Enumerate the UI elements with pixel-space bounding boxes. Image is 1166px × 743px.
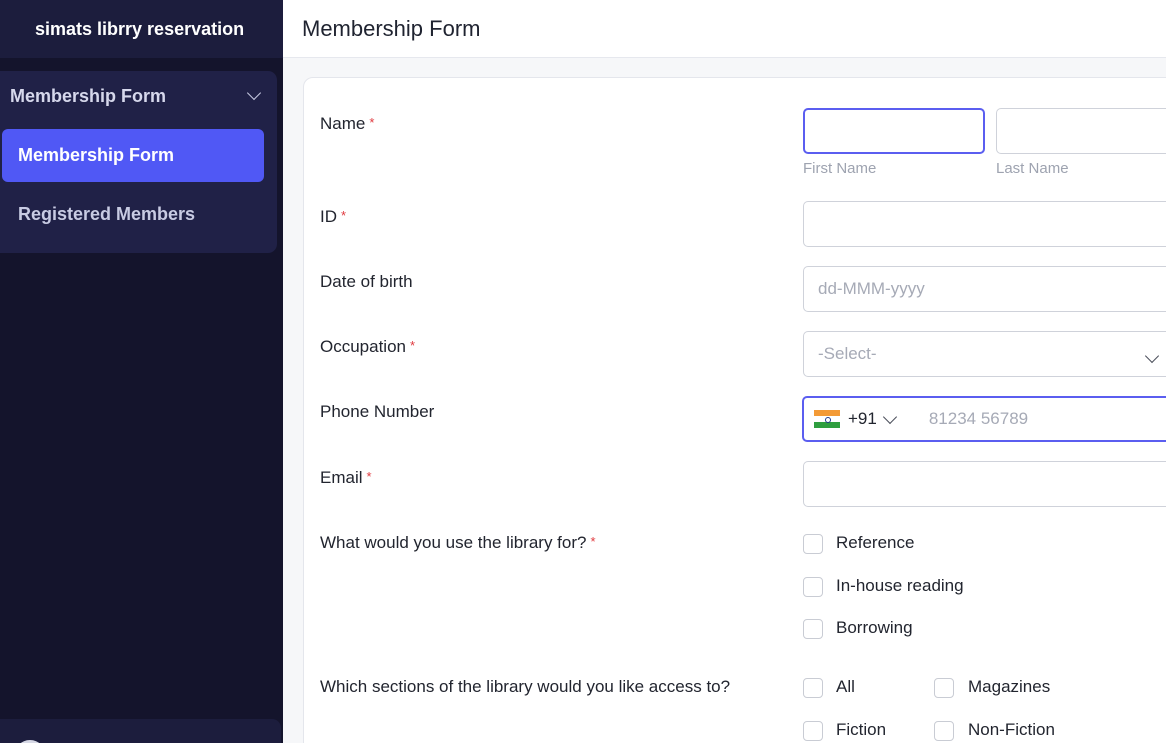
- country-code-selector[interactable]: +91: [814, 407, 897, 429]
- chevron-down-icon: [246, 85, 262, 103]
- sections-option-label: Magazines: [968, 677, 1051, 696]
- usage-checkbox-borrowing[interactable]: [803, 619, 823, 639]
- chevron-down-icon: [882, 407, 897, 427]
- phone-number-input[interactable]: 81234 56789: [929, 409, 1028, 429]
- id-input[interactable]: [803, 201, 1166, 247]
- usage-checkbox-reference[interactable]: [803, 534, 823, 554]
- last-name-input[interactable]: [996, 108, 1166, 154]
- first-name-sublabel: First Name: [803, 160, 877, 177]
- sidebar-footer: [0, 719, 281, 743]
- app-brand: simats librry reservation: [0, 0, 283, 58]
- occupation-selected-value: -Select-: [818, 344, 877, 363]
- phone-placeholder: 81234 56789: [928, 409, 1029, 428]
- sidebar-item-label: Registered Members: [18, 204, 196, 224]
- usage-option-label: Reference: [836, 533, 915, 552]
- sidebar-group-membership-form[interactable]: Membership Form: [0, 71, 277, 121]
- app-name: simats librry reservation: [35, 18, 245, 39]
- occupation-label-text: Occupation: [320, 337, 406, 356]
- sections-checkbox-magazines[interactable]: [934, 678, 954, 698]
- id-label: ID *: [320, 207, 346, 227]
- sidebar-menu-group: Membership Form Membership Form Register…: [0, 71, 277, 253]
- required-marker: *: [410, 338, 416, 353]
- name-label-text: Name: [320, 114, 366, 133]
- email-input[interactable]: [803, 461, 1166, 507]
- country-code: +91: [848, 409, 877, 428]
- dob-placeholder: dd-MMM-yyyy: [818, 279, 925, 298]
- first-name-input[interactable]: [803, 108, 985, 154]
- required-marker: *: [366, 469, 372, 484]
- phone-label: Phone Number: [320, 402, 435, 421]
- sections-option-label: All: [836, 677, 855, 696]
- sidebar: simats librry reservation Membership For…: [0, 0, 283, 743]
- sections-option-label: Fiction: [836, 720, 887, 739]
- occupation-select[interactable]: -Select-: [803, 331, 1166, 377]
- sidebar-group-label: Membership Form: [10, 85, 167, 106]
- sections-checkbox-nonfiction[interactable]: [934, 721, 954, 741]
- last-name-sublabel: Last Name: [996, 160, 1069, 177]
- sections-option-label: Non-Fiction: [968, 720, 1055, 739]
- usage-label: What would you use the library for? *: [320, 533, 596, 553]
- usage-option-label: Borrowing: [836, 618, 913, 637]
- usage-label-text: What would you use the library for?: [320, 533, 587, 552]
- email-label: Email *: [320, 468, 372, 488]
- sidebar-item-label: Membership Form: [18, 145, 175, 165]
- chevron-down-icon: [1144, 346, 1160, 366]
- required-marker: *: [590, 534, 596, 549]
- usage-checkbox-inhouse[interactable]: [803, 577, 823, 597]
- sidebar-item-registered-members[interactable]: Registered Members: [2, 188, 264, 241]
- page-header: Membership Form: [283, 0, 1166, 58]
- page-title: Membership Form: [302, 15, 481, 41]
- phone-input-group: +91 81234 56789: [802, 396, 1166, 442]
- sections-checkbox-all[interactable]: [803, 678, 823, 698]
- sections-label: Which sections of the library would you …: [320, 677, 731, 696]
- dob-label: Date of birth: [320, 272, 413, 291]
- sidebar-item-membership-form[interactable]: Membership Form: [2, 129, 264, 182]
- required-marker: *: [369, 115, 375, 130]
- sections-checkbox-fiction[interactable]: [803, 721, 823, 741]
- usage-option-label: In-house reading: [836, 576, 964, 595]
- india-flag-icon: [814, 410, 840, 428]
- dob-input[interactable]: dd-MMM-yyyy: [803, 266, 1166, 312]
- name-label: Name *: [320, 114, 374, 134]
- required-marker: *: [341, 208, 347, 223]
- occupation-label: Occupation *: [320, 337, 415, 357]
- email-label-text: Email: [320, 468, 363, 487]
- id-label-text: ID: [320, 207, 337, 226]
